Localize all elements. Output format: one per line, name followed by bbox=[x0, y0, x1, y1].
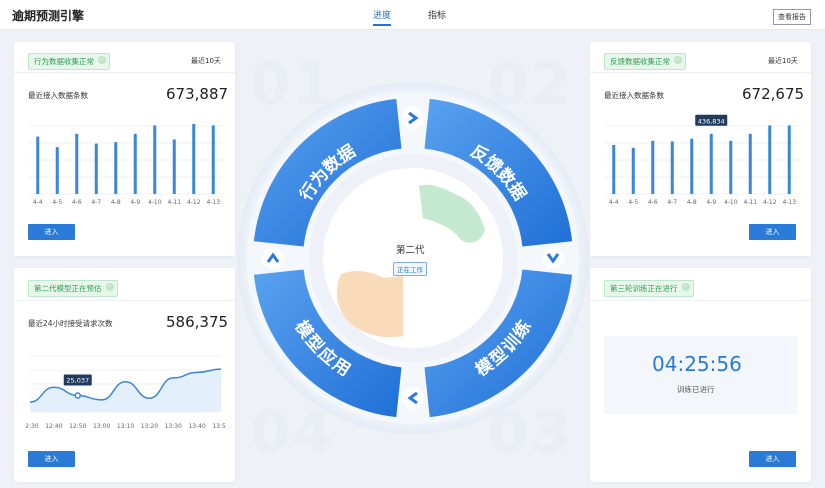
tick-label: 4-10 bbox=[724, 199, 738, 206]
tick-label: 4-8 bbox=[111, 199, 121, 206]
bar bbox=[787, 125, 791, 194]
bar bbox=[94, 143, 98, 194]
check-icon: ✓ bbox=[98, 56, 106, 64]
tick-label: 4-11 bbox=[167, 199, 181, 206]
metric-value: 673,887 bbox=[166, 85, 229, 103]
tick-label: 13:00 bbox=[93, 423, 110, 430]
divider bbox=[590, 72, 811, 73]
tick-label: 4-5 bbox=[52, 199, 62, 206]
enter-button[interactable]: 进入 bbox=[28, 451, 75, 467]
bar bbox=[748, 133, 752, 194]
top-bar: 逾期预测引擎 进度 指标 查看报告 bbox=[0, 0, 825, 30]
tick-label: 12:50 bbox=[69, 423, 86, 430]
tab-progress[interactable]: 进度 bbox=[373, 8, 392, 26]
metric-label: 最近接入数据条数 bbox=[28, 91, 88, 100]
check-icon: ✓ bbox=[674, 56, 682, 64]
metric-label: 最近24小时接受请求次数 bbox=[28, 319, 113, 328]
range-label: 最近10天 bbox=[768, 57, 798, 65]
bar bbox=[670, 141, 674, 194]
app-title: 逾期预测引擎 bbox=[12, 9, 85, 23]
area-chart-requests: 12:30 12:40 12:50 13:00 13:10 13:20 13:30 13:40… bbox=[26, 355, 226, 430]
tick-label: 13:20 bbox=[141, 423, 158, 430]
tick-label: 4-11 bbox=[743, 199, 757, 206]
area-fill bbox=[30, 369, 221, 412]
status-text: 反馈数据收集正常 bbox=[610, 57, 670, 66]
bar-chart-feedback: 4-4 4-5 4-6 4-7 4-8 4-9 436,834 4-10 4-11 4-12 4-1… bbox=[604, 114, 799, 206]
tick-label: 4-5 bbox=[628, 199, 638, 206]
tick-label: 13:30 bbox=[165, 423, 182, 430]
bar bbox=[192, 124, 196, 194]
tab-metrics[interactable]: 指标 bbox=[428, 8, 446, 24]
bar bbox=[55, 147, 59, 194]
bar bbox=[36, 136, 40, 194]
bar bbox=[768, 125, 772, 194]
tooltip-value: 25,037 bbox=[66, 377, 89, 385]
arrow-right-icon bbox=[402, 107, 424, 129]
divider bbox=[14, 300, 235, 301]
generation-title: 第二代 bbox=[396, 245, 425, 256]
check-icon: ✓ bbox=[105, 283, 114, 291]
bar bbox=[75, 133, 79, 194]
status-badge: 反馈数据收集正常 ✓ bbox=[604, 53, 686, 70]
bar bbox=[114, 142, 118, 194]
timer-label: 训练已进行 bbox=[677, 385, 715, 394]
tick-label: 4-13 bbox=[782, 199, 796, 206]
check-icon: ✓ bbox=[681, 283, 690, 291]
arrow-up-icon bbox=[262, 247, 284, 269]
metric-value: 672,675 bbox=[742, 85, 805, 103]
metric-label: 最近接入数据条数 bbox=[604, 91, 664, 100]
arrow-left-icon bbox=[402, 387, 424, 409]
tick-label: 13:10 bbox=[117, 423, 134, 430]
status-badge: 行为数据收集正常 ✓ bbox=[28, 53, 110, 70]
arrow-down-icon bbox=[542, 247, 564, 269]
status-badge: 第三轮训练正在进行 ✓ bbox=[604, 280, 694, 297]
status-badge: 第二代模型正在预估 ✓ bbox=[28, 280, 118, 297]
bar bbox=[133, 133, 137, 194]
bar bbox=[651, 140, 655, 194]
tick-label: 4-8 bbox=[687, 199, 697, 206]
enter-button[interactable]: 进入 bbox=[28, 224, 75, 240]
tick-label: 4-12 bbox=[763, 199, 777, 206]
enter-button[interactable]: 进入 bbox=[749, 224, 796, 240]
view-report-button[interactable]: 查看报告 bbox=[773, 9, 811, 25]
bar bbox=[153, 125, 157, 194]
tick-label: 4-9 bbox=[706, 199, 716, 206]
bar bbox=[612, 145, 616, 194]
status-text: 第二代模型正在预估 bbox=[34, 284, 102, 293]
tick-label: 4-7 bbox=[91, 199, 101, 206]
status-text: 行为数据收集正常 bbox=[34, 57, 94, 66]
bar bbox=[631, 147, 635, 194]
tooltip-value: 436,834 bbox=[698, 117, 725, 125]
divider bbox=[590, 300, 811, 301]
enter-button[interactable]: 进入 bbox=[749, 451, 796, 467]
bar bbox=[172, 139, 176, 194]
tick-label: 13:40 bbox=[188, 423, 205, 430]
data-point bbox=[74, 392, 81, 399]
tick-label: 4-9 bbox=[130, 199, 140, 206]
tick-label: 4-7 bbox=[667, 199, 677, 206]
tick-label: 4-4 bbox=[609, 199, 619, 206]
bar-chart-behavior: 4-4 4-5 4-6 4-7 4-8 4-9 4-10 4-11 4-12 4-13 bbox=[28, 124, 223, 206]
bar bbox=[211, 125, 215, 194]
tick-label: 4-4 bbox=[33, 199, 43, 206]
training-timer: 04:25:56 bbox=[652, 352, 742, 376]
tick-label: 4-10 bbox=[148, 199, 162, 206]
tick-label: 4-13 bbox=[206, 199, 220, 206]
tick-label: 12:30 bbox=[26, 423, 39, 430]
tick-label: 4-12 bbox=[187, 199, 201, 206]
tick-label: 4-6 bbox=[648, 199, 658, 206]
bar bbox=[729, 140, 733, 194]
bar bbox=[709, 133, 713, 194]
working-status-badge: 正在工作 bbox=[393, 262, 427, 276]
cycle-wheel: 行为数据 反馈数据 模型训练 模型应用 bbox=[237, 82, 589, 434]
status-text: 第三轮训练正在进行 bbox=[610, 284, 678, 293]
tick-label: 4-6 bbox=[72, 199, 82, 206]
tick-label: 13:50 bbox=[212, 423, 226, 430]
metric-value: 586,375 bbox=[166, 313, 229, 331]
divider bbox=[14, 72, 235, 73]
bar bbox=[690, 138, 694, 194]
tick-label: 12:40 bbox=[45, 423, 62, 430]
range-label: 最近10天 bbox=[191, 57, 221, 65]
